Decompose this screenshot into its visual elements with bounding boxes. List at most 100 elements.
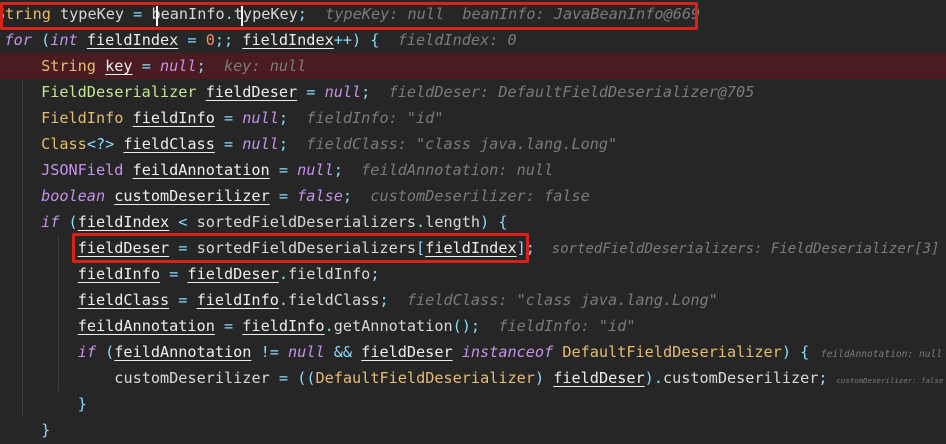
code-line[interactable]: FieldDeserializer fieldDeser = null; fie… — [0, 79, 946, 105]
code-token: fieldDeser — [205, 83, 298, 101]
code-token: ) — [534, 369, 554, 387]
code-token: = — [132, 57, 160, 75]
code-token: = — [178, 31, 206, 49]
code-token: FieldDeserializer — [41, 83, 197, 101]
code-token: feildAnnotation — [132, 161, 270, 179]
code-token: ; — [278, 135, 289, 153]
code-line-content: if (feildAnnotation != null && fieldDese… — [78, 339, 942, 368]
code-token: customDeserilizer — [114, 187, 270, 205]
code-token: for — [4, 31, 32, 49]
code-token: fieldInfo — [77, 265, 160, 283]
code-line-content: String key = null; key: null — [41, 53, 306, 79]
code-line[interactable]: Class<?> fieldClass = null; fieldClass: … — [0, 131, 946, 157]
code-line[interactable]: fieldInfo = fieldDeser.fieldInfo; — [0, 261, 946, 287]
debug-inline-value: customDeserilizer: false — [827, 376, 944, 385]
code-line[interactable]: customDeserilizer = ((DefaultFieldDeseri… — [0, 365, 946, 391]
code-token: fieldDeser — [361, 343, 453, 361]
code-token: FieldInfo — [41, 109, 124, 127]
code-token: null — [288, 343, 325, 361]
debug-inline-value: fieldClass: "class java.lang.Long" — [388, 291, 718, 309]
code-token: ++) { — [333, 31, 380, 49]
code-line[interactable]: FieldInfo fieldInfo = null; fieldInfo: "… — [0, 105, 946, 131]
code-token: feildAnnotation — [114, 343, 252, 361]
code-token: false — [297, 187, 343, 205]
code-token: } — [77, 395, 87, 413]
code-token: = — [214, 109, 243, 127]
code-token: DefaultFieldDeserializer — [562, 343, 782, 361]
code-line[interactable]: if (fieldIndex < sortedFieldDeserializer… — [0, 209, 946, 235]
code-token: ) { — [480, 213, 508, 231]
code-token: JSONField — [41, 161, 124, 179]
code-token: fieldClass — [77, 291, 170, 309]
code-token: fieldInfo — [132, 109, 215, 127]
code-line-content: } — [78, 391, 87, 417]
code-line[interactable]: fieldClass = fieldInfo.fieldClass; field… — [0, 287, 946, 313]
code-token: customDeserilizer — [662, 369, 819, 387]
text-caret — [241, 6, 243, 26]
code-line-content: FieldDeserializer fieldDeser = null; fie… — [41, 79, 754, 105]
code-token: } — [41, 421, 51, 439]
code-token: ( — [95, 343, 115, 361]
code-token: . — [278, 265, 289, 283]
text-caret — [156, 6, 158, 26]
code-token: = — [214, 317, 243, 335]
debug-inline-value: key: null — [205, 57, 307, 75]
code-token: null — [242, 109, 279, 127]
code-token: && — [324, 343, 362, 361]
code-token: ; — [333, 161, 343, 179]
code-line-content: Class<?> fieldClass = null; fieldClass: … — [41, 131, 617, 157]
code-line-content: fieldInfo = fieldDeser.fieldInfo; — [78, 261, 380, 287]
code-token: ; — [370, 265, 380, 283]
code-line[interactable]: boolean customDeserilizer = false; custo… — [0, 183, 946, 209]
code-token: <?> — [86, 135, 115, 153]
code-token: = — [269, 369, 298, 387]
code-line-content: for (int fieldIndex = 0;; fieldIndex++) … — [5, 27, 517, 53]
code-token: null — [242, 135, 279, 153]
code-token: int — [50, 31, 78, 49]
code-token: ; — [818, 369, 828, 387]
code-token: ; — [361, 83, 371, 101]
code-token: fieldInfo — [196, 291, 279, 309]
code-token: ; — [196, 57, 206, 75]
code-token: null — [324, 83, 362, 101]
code-token: fieldInfo — [288, 265, 371, 283]
code-line[interactable]: } — [0, 417, 946, 443]
code-line[interactable]: for (int fieldIndex = 0;; fieldIndex++) … — [0, 27, 946, 53]
code-token: = — [169, 291, 197, 309]
code-line[interactable]: } — [0, 391, 946, 417]
code-token: if — [77, 343, 96, 361]
code-token: sortedFieldDeserializers — [196, 213, 417, 231]
code-line-content: feildAnnotation = fieldInfo.getAnnotatio… — [78, 313, 636, 339]
code-token: fieldInfo — [242, 317, 325, 335]
debug-inline-value: fieldDeser: DefaultFieldDeserializer@705 — [370, 83, 755, 101]
code-token: fieldIndex — [77, 213, 170, 231]
code-line-content: fieldClass = fieldInfo.fieldClass; field… — [78, 287, 718, 313]
code-line[interactable]: if (feildAnnotation != null && fieldDese… — [0, 339, 946, 365]
code-token: getAnnotation — [333, 317, 453, 335]
debug-inline-value: fieldIndex: 0 — [379, 31, 517, 49]
debug-inline-value: customDeserilizer: false — [352, 187, 590, 205]
code-editor[interactable]: String typeKey = beanInfo.typeKey; typeK… — [0, 0, 946, 444]
code-token: = — [269, 161, 298, 179]
code-token: . — [416, 213, 426, 231]
code-token: null — [160, 57, 197, 75]
code-token: . — [324, 317, 334, 335]
code-token: ( — [31, 31, 51, 49]
code-token: = — [159, 265, 188, 283]
code-line-content: FieldInfo fieldInfo = null; fieldInfo: "… — [41, 105, 443, 131]
highlight-box — [72, 233, 529, 263]
code-line[interactable]: JSONField feildAnnotation = null; feildA… — [0, 157, 946, 183]
code-token: fieldIndex — [242, 31, 334, 49]
code-line[interactable]: feildAnnotation = fieldInfo.getAnnotatio… — [0, 313, 946, 339]
code-line-content: } — [41, 417, 50, 443]
code-line-content: boolean customDeserilizer = false; custo… — [41, 183, 590, 209]
debug-inline-value: feildAnnotation: null — [809, 349, 943, 360]
code-token: ; — [278, 109, 289, 127]
code-token: feildAnnotation — [77, 317, 215, 335]
code-line-current[interactable]: String key = null; key: null — [0, 53, 946, 79]
code-token: ( — [59, 213, 78, 231]
